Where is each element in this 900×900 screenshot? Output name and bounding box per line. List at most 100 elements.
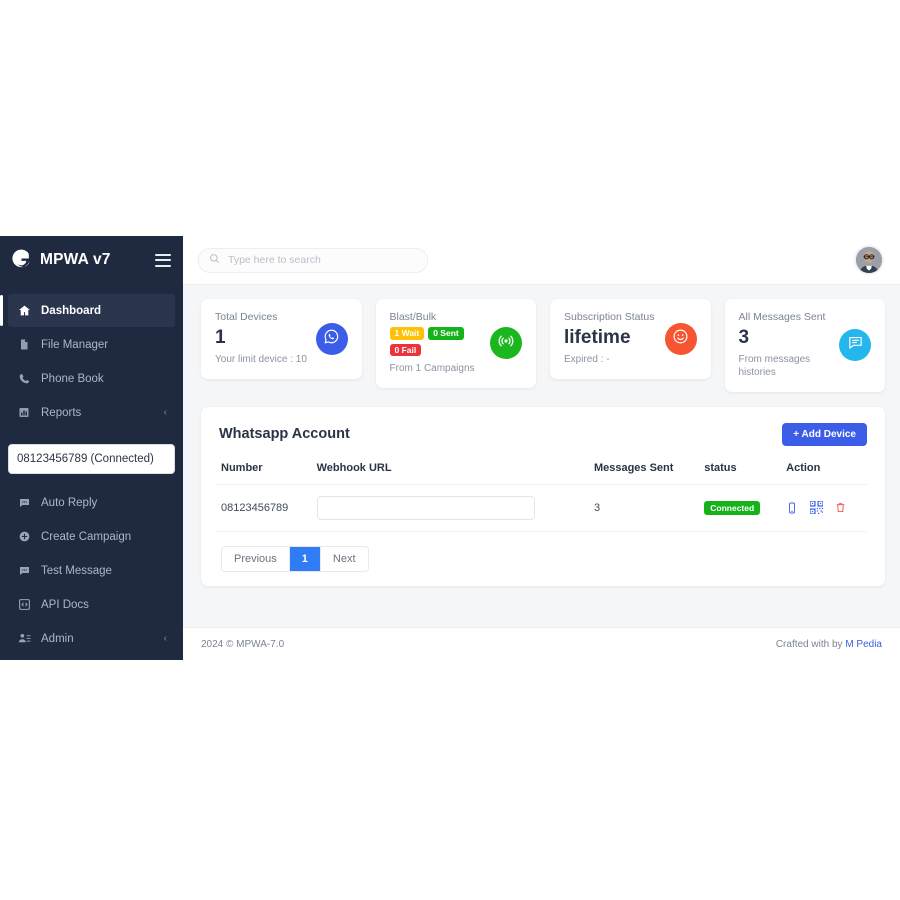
cell-status: Connected — [698, 484, 781, 532]
card-value: lifetime — [564, 327, 631, 349]
cell-messages-sent: 3 — [587, 484, 699, 532]
card-subtitle: From 1 Campaigns — [389, 363, 475, 374]
stat-card: Blast/Bulk 1 Wait 0 Sent 0 Fail From 1 Campa… — [375, 299, 536, 388]
chevron-left-icon: ‹ — [163, 406, 167, 418]
column-header: Messages Sent — [587, 461, 699, 485]
page-title: Whatsapp Account — [219, 426, 350, 443]
accounts-table: Number Webhook URL Messages Sent status Acti… — [215, 461, 867, 532]
status-badge: 0 Sent — [428, 327, 464, 340]
pagination: Previous 1 Next — [221, 545, 369, 572]
sidebar-item-dashboard[interactable]: Dashboard — [0, 294, 175, 327]
phone-icon — [17, 372, 31, 386]
chat-icon — [847, 334, 864, 356]
stat-card-body: Blast/Bulk 1 Wait 0 Sent 0 Fail From 1 Campa… — [389, 311, 483, 376]
search-input[interactable] — [226, 253, 417, 267]
webhook-url-input[interactable] — [316, 495, 535, 520]
column-header: Webhook URL — [310, 461, 588, 485]
panel-head: Whatsapp Account + Add Device — [215, 422, 867, 446]
qrcode-icon[interactable] — [810, 501, 824, 515]
sidebar-brand: MPWA v7 — [0, 236, 183, 284]
plus-circle-icon — [17, 530, 31, 544]
footer-credit: Crafted with by M Pedia — [776, 639, 882, 650]
card-title: Subscription Status — [564, 311, 655, 324]
sidebar-item-phone-book[interactable]: Phone Book — [8, 362, 175, 395]
sidebar-item-label: Admin — [41, 632, 74, 645]
mobile-phone-icon[interactable] — [786, 501, 798, 515]
footer: 2024 © MPWA-7.0 Crafted with by M Pedia — [183, 627, 900, 660]
card-value: 1 — [215, 327, 226, 349]
sidebar-item-label: Dashboard — [41, 304, 102, 317]
hamburger-icon[interactable] — [155, 253, 171, 267]
sidebar-item-test-message[interactable]: Test Message — [8, 554, 175, 587]
footer-copyright: 2024 © MPWA-7.0 — [201, 638, 285, 650]
stat-card-body: All Messages Sent 3 From messages historie… — [739, 311, 832, 380]
card-title: Total Devices — [215, 311, 278, 324]
sidebar-item-reports[interactable]: Reports ‹ — [8, 396, 175, 429]
sidebar-item-label: Test Message — [41, 564, 112, 577]
smiley-icon — [672, 328, 689, 350]
table-body: 08123456789 3 Connected — [215, 484, 867, 532]
comment-dots-icon — [17, 496, 31, 510]
user-cog-icon — [17, 632, 31, 646]
pagination-next[interactable]: Next — [320, 546, 368, 571]
table-header-row: Number Webhook URL Messages Sent status Acti… — [215, 461, 867, 485]
status-badge: 0 Fail — [389, 343, 422, 356]
sidebar-item-admin[interactable]: Admin ‹ — [8, 622, 175, 655]
cell-webhook — [310, 484, 588, 532]
topbar — [183, 236, 900, 285]
sidebar-item-file-manager[interactable]: File Manager — [8, 328, 175, 361]
sidebar-item-auto-reply[interactable]: Auto Reply — [8, 486, 175, 519]
app-window: MPWA v7 Dashboard File Manager Phone Book R… — [0, 236, 900, 660]
broadcast-icon — [497, 332, 515, 355]
device-select[interactable]: 08123456789 (Connected) — [8, 444, 175, 474]
sidebar-item-label: Reports — [41, 406, 82, 419]
brand-name: MPWA v7 — [40, 251, 111, 268]
card-subtitle: Your limit device : 10 — [215, 354, 307, 366]
card-icon-badge — [664, 323, 697, 355]
stat-card: Subscription Status lifetime Expired : - — [550, 299, 711, 379]
trash-icon[interactable] — [835, 501, 846, 514]
stat-card-body: Subscription Status lifetime Expired : - — [564, 311, 657, 366]
content: Total Devices 1 Your limit device : 10 Blas… — [183, 285, 900, 627]
code-icon — [17, 598, 31, 612]
whatsapp-icon — [323, 328, 340, 350]
sidebar-item-label: Auto Reply — [41, 496, 98, 509]
add-device-button[interactable]: + Add Device — [782, 422, 867, 446]
sidebar-item-label: Phone Book — [41, 372, 104, 385]
comment-dots-icon — [17, 564, 31, 578]
card-icon-badge — [315, 323, 348, 355]
column-header: Action — [780, 461, 867, 485]
card-icon-badge — [839, 329, 871, 362]
table-row: 08123456789 3 Connected — [215, 484, 867, 532]
home-icon — [17, 304, 31, 318]
pagination-previous[interactable]: Previous — [222, 546, 290, 571]
chart-bar-icon — [17, 406, 31, 420]
sidebar-item-api-docs[interactable]: API Docs — [8, 588, 175, 621]
stat-card-body: Total Devices 1 Your limit device : 10 — [215, 311, 308, 366]
sidebar: MPWA v7 Dashboard File Manager Phone Book R… — [0, 236, 183, 660]
sidebar-item-label: Create Campaign — [41, 530, 132, 543]
main-area: Total Devices 1 Your limit device : 10 Blas… — [183, 236, 900, 660]
mpwa-logo-icon — [10, 249, 32, 271]
stat-card: All Messages Sent 3 From messages historie… — [724, 299, 885, 392]
device-select-value: 08123456789 (Connected) — [17, 453, 154, 465]
pagination-page[interactable]: 1 — [289, 546, 321, 571]
search-icon — [209, 251, 220, 269]
chevron-left-icon: ‹ — [163, 632, 167, 644]
sidebar-item-create-campaign[interactable]: Create Campaign — [8, 520, 175, 553]
sidebar-nav-bottom: Auto Reply Create Campaign Test Message API… — [0, 484, 183, 656]
status-badge: Connected — [704, 500, 761, 516]
footer-credit-link[interactable]: M Pedia — [845, 639, 882, 650]
user-avatar[interactable] — [856, 247, 882, 273]
column-header: status — [698, 461, 781, 485]
stat-cards: Total Devices 1 Your limit device : 10 Blas… — [201, 299, 885, 392]
table-head: Number Webhook URL Messages Sent status Acti… — [215, 461, 867, 485]
card-subtitle: From messages histories — [738, 353, 811, 379]
search-box[interactable] — [198, 247, 428, 273]
cell-actions — [780, 484, 867, 532]
card-subtitle: Expired : - — [564, 354, 610, 366]
card-title: Blast/Bulk — [389, 311, 437, 323]
file-icon — [17, 338, 31, 352]
status-badge: 1 Wait — [389, 327, 425, 340]
whatsapp-account-panel: Whatsapp Account + Add Device Number Webh… — [201, 406, 885, 586]
